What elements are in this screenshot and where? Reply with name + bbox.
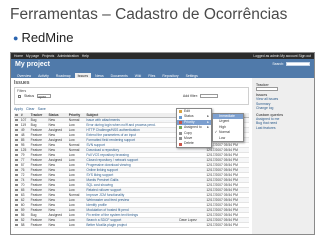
bullet-item: ● RedMine [13, 30, 73, 45]
priority-submenu: Immediate Urgent High ✓ Normal Low [212, 113, 244, 142]
table-cell: Feature [29, 222, 48, 229]
search-label: Search: [272, 62, 284, 66]
add-filter: Add filter: [183, 94, 218, 98]
row-checkbox[interactable] [15, 143, 18, 147]
sidebar-link[interactable]: Change log [256, 106, 310, 111]
menu-item-label: Priority [184, 119, 195, 124]
table-row[interactable]: 56 Bug Assigned Low Fix entire of the system… [14, 212, 249, 219]
row-checkbox[interactable] [15, 163, 18, 167]
menu-item-icon [178, 115, 182, 119]
table-cell: Low [67, 222, 86, 229]
search-input[interactable] [286, 62, 310, 66]
sidebar: Tracker Issues View all issues Summary Cha… [252, 78, 314, 234]
account-links[interactable]: Logged as admin My account Sign out [253, 54, 311, 58]
row-checkbox[interactable] [15, 193, 18, 197]
row-checkbox[interactable] [15, 178, 18, 182]
row-checkbox[interactable] [15, 118, 18, 122]
issue-subject-link[interactable]: Better Mozilla plugin project [85, 222, 179, 229]
table-cell: 12/17/2007 05:54 PM [205, 222, 249, 229]
row-checkbox[interactable] [15, 133, 18, 137]
row-checkbox[interactable] [15, 183, 18, 187]
add-filter-select[interactable] [200, 94, 218, 98]
row-checkbox[interactable] [15, 208, 18, 212]
row-checkbox[interactable] [15, 158, 18, 162]
status-filter: Status open [18, 94, 52, 99]
context-menu-item-delete[interactable]: Delete [177, 141, 211, 146]
query-actions: Apply Clear Save [14, 107, 249, 111]
table-row[interactable]: 58 Feature New Low Better Mozilla plugin pro… [14, 222, 249, 229]
top-menu-link[interactable]: My page [26, 54, 39, 58]
table-cell: New [47, 222, 68, 229]
table-cell[interactable]: 58 [19, 222, 30, 229]
row-checkbox[interactable] [15, 123, 18, 127]
menu-item-label: Move [184, 135, 193, 140]
slide-title: Ferramentas – Cadastro de Ocorrências [10, 6, 288, 23]
menu-item-icon [178, 110, 182, 114]
row-checkbox[interactable] [15, 168, 18, 172]
row-checkbox[interactable] [15, 198, 18, 202]
submenu-item-label: Normal [219, 130, 230, 135]
row-checkbox[interactable] [15, 218, 18, 222]
menu-item-label: Copy [184, 130, 192, 135]
custom-query-link[interactable]: Last features [256, 126, 310, 131]
submenu-item-label: High [219, 124, 226, 129]
row-checkbox[interactable] [15, 153, 18, 157]
menu-item-label: Delete [184, 141, 194, 146]
sidebar-links: View all issues Summary Change log [256, 97, 310, 111]
submenu-item-label: Immediate [219, 114, 235, 118]
menu-item-label: Edit [184, 109, 190, 113]
bullet-label: RedMine [21, 30, 74, 45]
row-checkbox[interactable] [15, 203, 18, 207]
context-menu: Edit Status ▸ Priority ▸ Assigned to ▸ Copy Move… [176, 108, 212, 148]
top-menu-link[interactable]: Home [14, 54, 23, 58]
add-filter-label: Add filter: [182, 94, 198, 98]
top-menu-link[interactable]: Help [82, 54, 89, 58]
apply-link[interactable]: Apply [14, 107, 23, 111]
menu-item-label: Assigned to [184, 125, 202, 130]
table-cell [178, 222, 206, 229]
redmine-screenshot: Home My page Projects Administration Help Lo… [10, 52, 315, 235]
status-value: open [38, 95, 47, 99]
row-checkbox[interactable] [15, 128, 18, 132]
status-label: Status [24, 94, 35, 98]
filters-box: Filters Status open Add filter: [14, 87, 249, 105]
select-all-checkbox[interactable] [15, 113, 18, 117]
submenu-item-label: Low [219, 135, 226, 140]
menu-item-icon [178, 120, 182, 124]
menu-item-icon [178, 142, 182, 146]
row-checkbox[interactable] [15, 188, 18, 192]
menu-item-icon [178, 137, 182, 141]
menu-item-icon [178, 126, 182, 130]
tracker-select[interactable] [256, 87, 278, 91]
menu-item-label: Status [184, 114, 194, 119]
submenu-item-low[interactable]: Low [213, 136, 243, 141]
row-checkbox[interactable] [15, 173, 18, 177]
row-checkbox[interactable] [15, 148, 18, 152]
status-operator-select[interactable]: open [37, 94, 52, 99]
menu-item-icon [178, 131, 182, 135]
status-checkbox[interactable] [18, 94, 21, 98]
project-title: My project [15, 61, 51, 68]
submenu-item-label: Urgent [219, 119, 230, 124]
custom-queries: Assigned to me Bug that need Last features [256, 117, 310, 131]
filters-legend[interactable]: Filters [17, 89, 246, 93]
row-checkbox[interactable] [15, 138, 18, 142]
top-menu-link[interactable]: Administration [57, 54, 78, 58]
top-menu-links: Home My page Projects Administration Help [14, 54, 92, 58]
search-area: Search: [272, 62, 310, 66]
bullet-icon: ● [13, 33, 19, 43]
tracker-label: Tracker [256, 83, 269, 87]
top-menu-link[interactable]: Projects [42, 54, 54, 58]
header: My project Search: [11, 59, 314, 72]
row-checkbox[interactable] [15, 223, 18, 227]
table-row[interactable]: 77 Feature Assigned Low Closed repository / … [14, 157, 249, 164]
main-content: Issues Filters Status open Add filter: A… [11, 78, 252, 234]
clear-link[interactable]: Clear [26, 107, 35, 111]
row-checkbox[interactable] [15, 213, 18, 217]
save-link[interactable]: Save [38, 107, 46, 111]
page-title: Issues [14, 80, 30, 86]
